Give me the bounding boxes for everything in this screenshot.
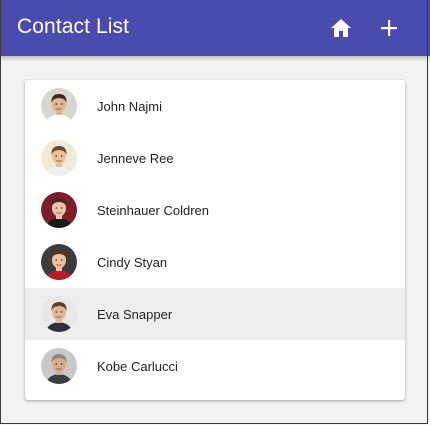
plus-icon [381, 20, 397, 36]
contact-row[interactable]: John Najmi [25, 80, 405, 132]
avatar [41, 296, 77, 332]
add-contact-button[interactable] [373, 12, 405, 44]
contact-name: Cindy Styan [97, 254, 168, 270]
home-icon [331, 19, 351, 37]
page-title: Contact List [17, 15, 130, 38]
contact-row[interactable]: Eva Snapper [25, 288, 405, 340]
contact-row[interactable]: Cindy Styan [25, 236, 405, 288]
avatar [41, 88, 77, 124]
contact-name: Eva Snapper [97, 306, 173, 322]
app-bar: Contact List [0, 0, 430, 56]
avatar [41, 140, 77, 176]
avatar [41, 348, 77, 384]
contact-row[interactable]: Steinhauer Coldren [25, 184, 405, 236]
home-button[interactable] [325, 12, 357, 44]
contact-row[interactable]: Kobe Carlucci [25, 340, 405, 392]
contact-name: John Najmi [97, 98, 163, 114]
contact-row[interactable]: Jenneve Ree [25, 132, 405, 184]
contact-name: Kobe Carlucci [97, 358, 178, 374]
contact-list: John Najmi Jenneve Ree Steinhauer Coldren C… [25, 80, 405, 400]
contact-name: Steinhauer Coldren [97, 202, 210, 218]
avatar [41, 192, 77, 228]
contact-name: Jenneve Ree [97, 150, 174, 166]
avatar [41, 244, 77, 280]
